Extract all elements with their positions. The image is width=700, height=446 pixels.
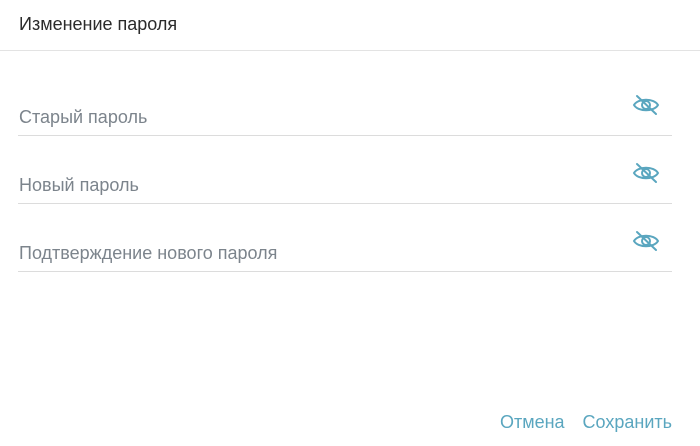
eye-off-icon[interactable] bbox=[632, 230, 660, 252]
dialog-title: Изменение пароля bbox=[19, 14, 178, 34]
eye-off-icon[interactable] bbox=[632, 94, 660, 116]
cancel-button[interactable]: Отмена bbox=[500, 412, 565, 433]
confirm-password-label: Подтверждение нового пароля bbox=[19, 243, 278, 263]
old-password-field[interactable]: Старый пароль bbox=[18, 92, 672, 136]
dialog-actions: Отмена Сохранить bbox=[500, 412, 672, 433]
confirm-password-field[interactable]: Подтверждение нового пароля bbox=[18, 228, 672, 272]
change-password-dialog: Изменение пароля Старый пароль Новый пар… bbox=[0, 0, 700, 446]
eye-off-icon[interactable] bbox=[632, 162, 660, 184]
save-button[interactable]: Сохранить bbox=[583, 412, 672, 433]
new-password-label: Новый пароль bbox=[19, 175, 139, 195]
old-password-label: Старый пароль bbox=[19, 107, 148, 127]
dialog-header: Изменение пароля bbox=[0, 0, 700, 51]
new-password-field[interactable]: Новый пароль bbox=[18, 160, 672, 204]
